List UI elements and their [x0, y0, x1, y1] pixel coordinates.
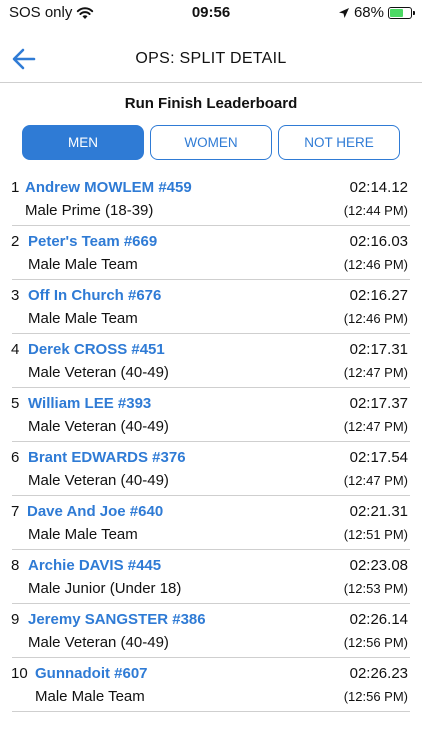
split-time: 02:17.54	[349, 449, 408, 466]
leaderboard-title: Run Finish Leaderboard	[124, 95, 298, 112]
athlete-name-link[interactable]: William LEE #393	[28, 395, 151, 412]
tab-not-here[interactable]: NOT HERE	[278, 125, 400, 160]
list-item[interactable]: 7 Dave And Joe #640 Male Male Team 02:21…	[11, 496, 410, 550]
split-time: 02:16.27	[349, 287, 408, 304]
rank-label: 4	[11, 341, 20, 358]
list-item[interactable]: 3 Off In Church #676 Male Male Team 02:1…	[11, 280, 410, 334]
list-item[interactable]: 5 William LEE #393 Male Veteran (40-49) …	[11, 388, 410, 442]
split-time: 02:16.03	[349, 233, 408, 250]
list-item[interactable]: 6 Brant EDWARDS #376 Male Veteran (40-49…	[11, 442, 410, 496]
category-label: Male Veteran (40-49)	[28, 418, 169, 435]
clock-time: (12:46 PM)	[343, 311, 408, 326]
tab-women[interactable]: WOMEN	[150, 125, 272, 160]
tab-men[interactable]: MEN	[22, 125, 144, 160]
athlete-name-link[interactable]: Dave And Joe #640	[27, 503, 163, 520]
clock-time: (12:53 PM)	[343, 581, 408, 596]
split-time: 02:23.08	[349, 557, 408, 574]
battery-percent: 68%	[353, 4, 384, 21]
status-right: 68%	[338, 4, 415, 21]
leaderboard-list: 1 Andrew MOWLEM #459 Male Prime (18-39) …	[0, 172, 422, 712]
athlete-name-link[interactable]: Derek CROSS #451	[28, 341, 165, 358]
category-label: Male Prime (18-39)	[25, 202, 154, 219]
category-label: Male Veteran (40-49)	[28, 634, 169, 651]
rank-label: 5	[11, 395, 20, 412]
clock-time: (12:56 PM)	[343, 635, 408, 650]
athlete-name-link[interactable]: Jeremy SANGSTER #386	[28, 611, 206, 628]
list-item[interactable]: 1 Andrew MOWLEM #459 Male Prime (18-39) …	[11, 172, 410, 226]
list-item[interactable]: 8 Archie DAVIS #445 Male Junior (Under 1…	[11, 550, 410, 604]
rank-label: 10	[11, 665, 28, 682]
category-label: Male Male Team	[28, 256, 138, 273]
split-time: 02:17.37	[349, 395, 408, 412]
split-time: 02:14.12	[349, 179, 408, 196]
clock-time: (12:47 PM)	[343, 419, 408, 434]
clock-time: (12:46 PM)	[343, 257, 408, 272]
rank-label: 8	[11, 557, 20, 574]
rank-label: 1	[11, 179, 20, 196]
list-item[interactable]: 9 Jeremy SANGSTER #386 Male Veteran (40-…	[11, 604, 410, 658]
split-time: 02:26.23	[349, 665, 408, 682]
split-time: 02:21.31	[349, 503, 408, 520]
rank-label: 9	[11, 611, 20, 628]
clock-time: (12:44 PM)	[343, 203, 408, 218]
athlete-name-link[interactable]: Brant EDWARDS #376	[28, 449, 186, 466]
rank-label: 3	[11, 287, 20, 304]
category-label: Male Veteran (40-49)	[28, 364, 169, 381]
clock-time: (12:56 PM)	[343, 689, 408, 704]
athlete-name-link[interactable]: Andrew MOWLEM #459	[25, 179, 192, 196]
category-label: Male Male Team	[35, 688, 145, 705]
clock-time: (12:47 PM)	[343, 473, 408, 488]
split-time: 02:26.14	[349, 611, 408, 628]
clock-time: (12:47 PM)	[343, 365, 408, 380]
category-label: Male Junior (Under 18)	[28, 580, 182, 597]
athlete-name-link[interactable]: Peter's Team #669	[28, 233, 157, 250]
battery-icon	[388, 6, 415, 19]
category-label: Male Male Team	[28, 310, 138, 327]
rank-label: 2	[11, 233, 20, 250]
list-item[interactable]: 2 Peter's Team #669 Male Male Team 02:16…	[11, 226, 410, 280]
rank-label: 7	[11, 503, 20, 520]
status-bar: SOS only 09:56 68%	[0, 0, 422, 26]
split-time: 02:17.31	[349, 341, 408, 358]
clock-time: (12:51 PM)	[343, 527, 408, 542]
athlete-name-link[interactable]: Gunnadoit #607	[35, 665, 148, 682]
category-label: Male Male Team	[28, 526, 138, 543]
rank-label: 6	[11, 449, 20, 466]
athlete-name-link[interactable]: Archie DAVIS #445	[28, 557, 161, 574]
location-arrow-icon	[338, 7, 349, 18]
athlete-name-link[interactable]: Off In Church #676	[28, 287, 161, 304]
list-item[interactable]: 10 Gunnadoit #607 Male Male Team 02:26.2…	[11, 658, 410, 712]
list-item[interactable]: 4 Derek CROSS #451 Male Veteran (40-49) …	[11, 334, 410, 388]
navigation-bar: OPS: SPLIT DETAIL	[0, 36, 422, 83]
page-title: OPS: SPLIT DETAIL	[135, 50, 287, 67]
category-label: Male Veteran (40-49)	[28, 472, 169, 489]
